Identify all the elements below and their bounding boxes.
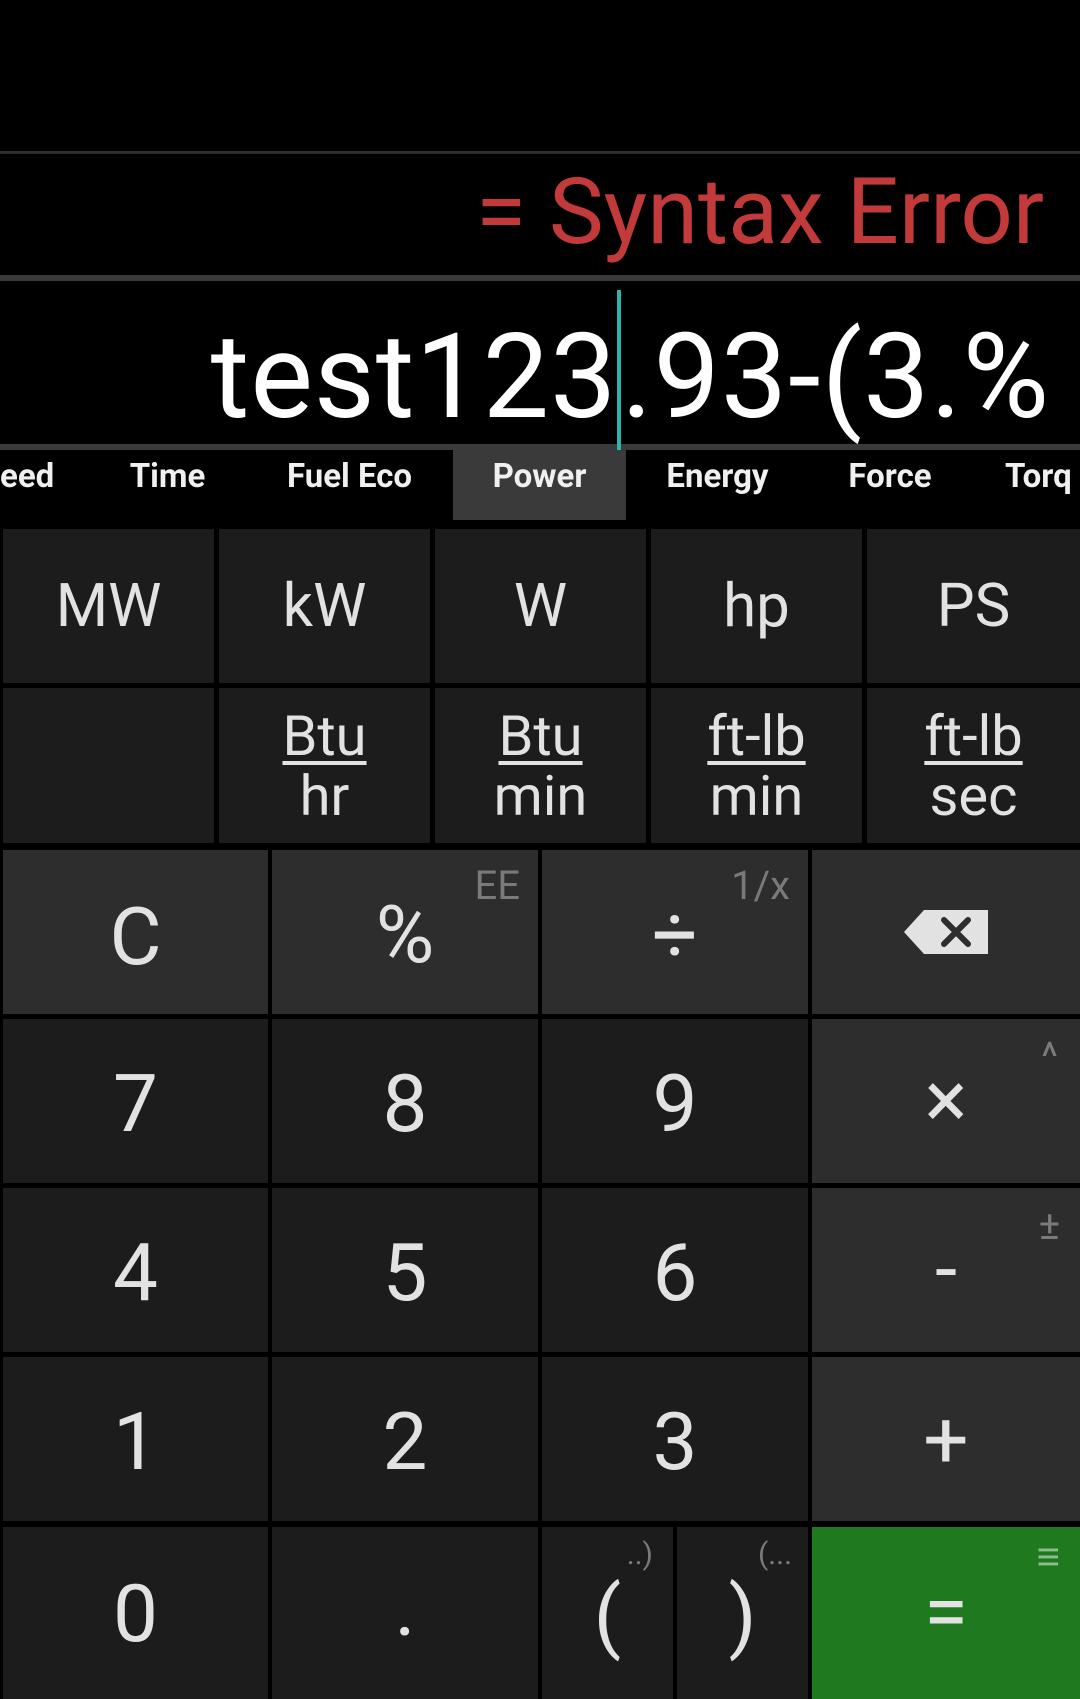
fraction-numerator: ft-lb	[924, 702, 1023, 769]
key-label: 6	[652, 1226, 698, 1320]
unit-btu-hr-button[interactable]: Btu hr	[219, 688, 430, 843]
divide-button[interactable]: ÷ 1/x	[542, 850, 808, 1014]
fraction-numerator: ft-lb	[707, 702, 806, 769]
fraction-label: ft-lb min	[651, 688, 862, 843]
digit-2-button[interactable]: 2	[272, 1357, 538, 1521]
multiply-button[interactable]: × ^	[812, 1019, 1080, 1183]
close-paren-secondary-label: (...	[758, 1537, 792, 1572]
fraction-label: ft-lb sec	[867, 688, 1080, 843]
close-paren-button[interactable]: ) (...	[677, 1527, 808, 1699]
backspace-icon	[904, 910, 988, 954]
unit-label: kW	[282, 570, 367, 641]
tab-force[interactable]: Force	[830, 450, 950, 520]
fraction-label: Btu hr	[219, 688, 430, 843]
expression-after-caret: .93-(3.%	[621, 308, 1050, 446]
unit-hp-button[interactable]: hp	[651, 529, 862, 683]
tab-speed[interactable]: eed	[0, 450, 60, 520]
plus-minus-secondary-label: ±	[1038, 1202, 1060, 1249]
digit-7-button[interactable]: 7	[3, 1019, 268, 1183]
backspace-button[interactable]	[812, 850, 1080, 1014]
history-menu-icon: ≡	[1036, 1533, 1060, 1580]
key-label: (	[593, 1569, 622, 1663]
ee-secondary-label: EE	[474, 862, 520, 909]
key-label: 3	[652, 1395, 698, 1489]
unit-w-button[interactable]: W	[435, 529, 646, 683]
expression-input[interactable]: test123.93-(3.%	[211, 289, 1050, 452]
digit-8-button[interactable]: 8	[272, 1019, 538, 1183]
digit-0-button[interactable]: 0	[3, 1527, 268, 1699]
key-label: 8	[382, 1057, 428, 1151]
digit-4-button[interactable]: 4	[3, 1188, 268, 1352]
unit-empty-slot	[3, 688, 214, 843]
unit-kw-button[interactable]: kW	[219, 529, 430, 683]
fraction-denominator: hr	[299, 762, 350, 829]
key-label: 5	[382, 1226, 428, 1320]
digit-9-button[interactable]: 9	[542, 1019, 808, 1183]
fraction-denominator: min	[709, 762, 804, 829]
fraction-numerator: Btu	[498, 702, 583, 769]
plus-button[interactable]: +	[812, 1357, 1080, 1521]
open-paren-button[interactable]: ( ..)	[542, 1527, 673, 1699]
tab-time[interactable]: Time	[110, 450, 225, 520]
digit-6-button[interactable]: 6	[542, 1188, 808, 1352]
key-label: 9	[652, 1057, 698, 1151]
key-label: 2	[382, 1395, 428, 1489]
digit-5-button[interactable]: 5	[272, 1188, 538, 1352]
key-label: )	[728, 1569, 757, 1663]
result-display: = Syntax Error	[475, 159, 1044, 266]
digit-3-button[interactable]: 3	[542, 1357, 808, 1521]
minus-button[interactable]: - ±	[812, 1188, 1080, 1352]
fraction-denominator: sec	[929, 762, 1018, 829]
result-divider	[0, 275, 1080, 281]
key-label: 4	[113, 1226, 158, 1320]
key-label: ×	[924, 1053, 968, 1147]
digit-1-button[interactable]: 1	[3, 1357, 268, 1521]
unit-label: PS	[936, 570, 1011, 641]
tab-fuel-eco[interactable]: Fuel Eco	[262, 450, 437, 520]
unit-btu-min-button[interactable]: Btu min	[435, 688, 646, 843]
unit-label: MW	[55, 570, 162, 641]
unit-label: hp	[723, 570, 790, 641]
key-label: +	[923, 1393, 969, 1487]
key-label: 1	[113, 1395, 158, 1489]
power-secondary-label: ^	[1041, 1033, 1058, 1080]
category-tabs[interactable]: eed Time Fuel Eco Power Energy Force Tor…	[0, 450, 1080, 520]
key-label: 0	[113, 1567, 158, 1661]
fraction-label: Btu min	[435, 688, 646, 843]
fraction-numerator: Btu	[282, 702, 367, 769]
top-divider	[0, 151, 1080, 154]
unit-mw-button[interactable]: MW	[3, 529, 214, 683]
reciprocal-secondary-label: 1/x	[731, 862, 790, 909]
equals-button[interactable]: = ≡	[812, 1527, 1080, 1699]
unit-ftlb-min-button[interactable]: ft-lb min	[651, 688, 862, 843]
tab-power[interactable]: Power	[453, 450, 626, 520]
decimal-point-button[interactable]: .	[272, 1527, 538, 1699]
key-label: 7	[113, 1057, 158, 1151]
fraction-denominator: min	[493, 762, 588, 829]
open-paren-secondary-label: ..)	[626, 1537, 653, 1572]
unit-ftlb-sec-button[interactable]: ft-lb sec	[867, 688, 1080, 843]
tab-torque[interactable]: Torq	[1005, 450, 1080, 520]
clear-button[interactable]: C	[3, 850, 268, 1014]
unit-ps-button[interactable]: PS	[867, 529, 1080, 683]
unit-label: W	[513, 570, 568, 641]
tab-energy[interactable]: Energy	[650, 450, 785, 520]
key-label: =	[924, 1565, 968, 1659]
expression-before-caret: test123	[210, 308, 618, 446]
key-label: C	[109, 890, 162, 984]
percent-button[interactable]: % EE	[272, 850, 538, 1014]
key-label: .	[394, 1561, 416, 1655]
